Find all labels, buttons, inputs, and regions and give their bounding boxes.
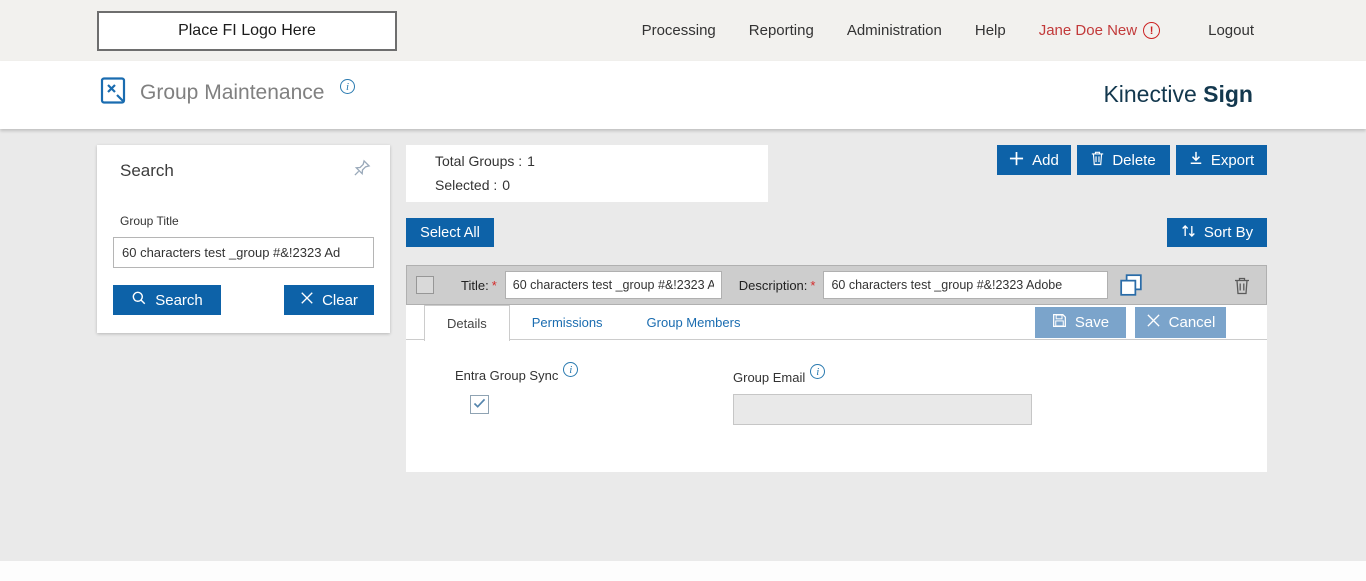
nav-help[interactable]: Help [975,22,1006,39]
selected-line: Selected : 0 [435,177,510,193]
entra-group-sync-label: Entra Group Sync i [455,368,578,383]
title-input[interactable] [505,271,722,299]
export-button[interactable]: Export [1176,145,1267,175]
search-panel: Search Group Title Search Clear [97,145,390,333]
nav-user-menu[interactable]: Jane Doe New ! [1039,22,1160,39]
nav-processing[interactable]: Processing [642,22,716,39]
row-checkbox[interactable] [416,276,434,294]
page-title-info-icon[interactable]: i [340,79,355,94]
total-groups-value: 1 [527,153,535,169]
group-title-label: Group Title [120,214,179,228]
tab-group-members[interactable]: Group Members [625,305,763,340]
nav-logout[interactable]: Logout [1208,22,1254,39]
search-panel-title: Search [120,161,174,181]
search-button[interactable]: Search [113,285,221,315]
add-button[interactable]: Add [997,145,1071,175]
group-edit-card: Title:* Description:* Details Permission… [406,265,1267,472]
sort-by-button-label: Sort By [1204,224,1253,241]
tabs-bar: Details Permissions Group Members Save C… [406,305,1267,340]
check-icon [473,396,486,414]
fi-logo-text: Place FI Logo Here [178,22,316,40]
summary-card: Total Groups : 1 Selected : 0 [406,145,768,202]
save-button[interactable]: Save [1035,307,1126,338]
page-title: Group Maintenance [140,81,324,105]
sort-icon [1181,224,1196,242]
select-all-button[interactable]: Select All [406,218,494,247]
sort-by-button[interactable]: Sort By [1167,218,1267,247]
download-icon [1189,151,1203,169]
search-icon [131,290,147,310]
search-button-label: Search [155,292,203,309]
group-email-label: Group Email i [733,370,825,385]
top-nav: Processing Reporting Administration Help… [642,0,1254,61]
save-button-label: Save [1075,314,1109,331]
copy-icon[interactable] [1119,273,1143,297]
brand-second: Sign [1203,81,1253,107]
clear-button-label: Clear [322,292,358,309]
top-navigation-bar: Place FI Logo Here Processing Reporting … [0,0,1366,61]
total-groups-line: Total Groups : 1 [435,153,535,169]
delete-button[interactable]: Delete [1077,145,1170,175]
save-icon [1052,313,1067,332]
cancel-button-label: Cancel [1169,314,1216,331]
fi-logo-placeholder: Place FI Logo Here [97,11,397,51]
description-input[interactable] [823,271,1108,299]
nav-administration[interactable]: Administration [847,22,942,39]
total-groups-label: Total Groups : [435,153,522,169]
plus-icon [1009,151,1024,170]
selected-label: Selected : [435,177,497,193]
tab-permissions[interactable]: Permissions [510,305,625,340]
nav-reporting[interactable]: Reporting [749,22,814,39]
cancel-x-icon [1146,313,1161,332]
brand-first: Kinective [1103,81,1196,107]
entra-group-sync-checkbox[interactable] [470,395,489,414]
trash-icon [1091,150,1104,170]
title-field-label: Title:* [461,278,497,293]
brand-logo: Kinective Sign [1103,81,1253,108]
group-email-info-icon[interactable]: i [810,364,825,379]
user-name: Jane Doe New [1039,22,1137,39]
add-button-label: Add [1032,152,1059,169]
export-button-label: Export [1211,152,1254,169]
clear-button[interactable]: Clear [284,285,374,315]
alert-icon: ! [1143,22,1160,39]
description-required-mark: * [810,278,815,293]
title-required-mark: * [492,278,497,293]
tab-details[interactable]: Details [424,305,510,341]
group-title-search-input[interactable] [113,237,374,268]
clear-x-icon [300,291,314,309]
delete-button-label: Delete [1112,152,1155,169]
select-all-button-label: Select All [420,225,480,241]
page: Place FI Logo Here Processing Reporting … [0,0,1366,581]
entra-info-icon[interactable]: i [563,362,578,377]
selected-value: 0 [502,177,510,193]
row-trash-icon[interactable] [1234,276,1250,295]
group-maintenance-icon [100,76,127,110]
page-header: Group Maintenance i Kinective Sign [0,61,1366,129]
group-row: Title:* Description:* [406,265,1267,305]
tabs: Details Permissions Group Members [424,305,762,341]
pin-icon[interactable] [352,158,372,183]
description-field-label: Description:* [739,278,816,293]
footer-strip [0,561,1366,581]
group-email-input [733,394,1032,425]
cancel-button[interactable]: Cancel [1135,307,1226,338]
